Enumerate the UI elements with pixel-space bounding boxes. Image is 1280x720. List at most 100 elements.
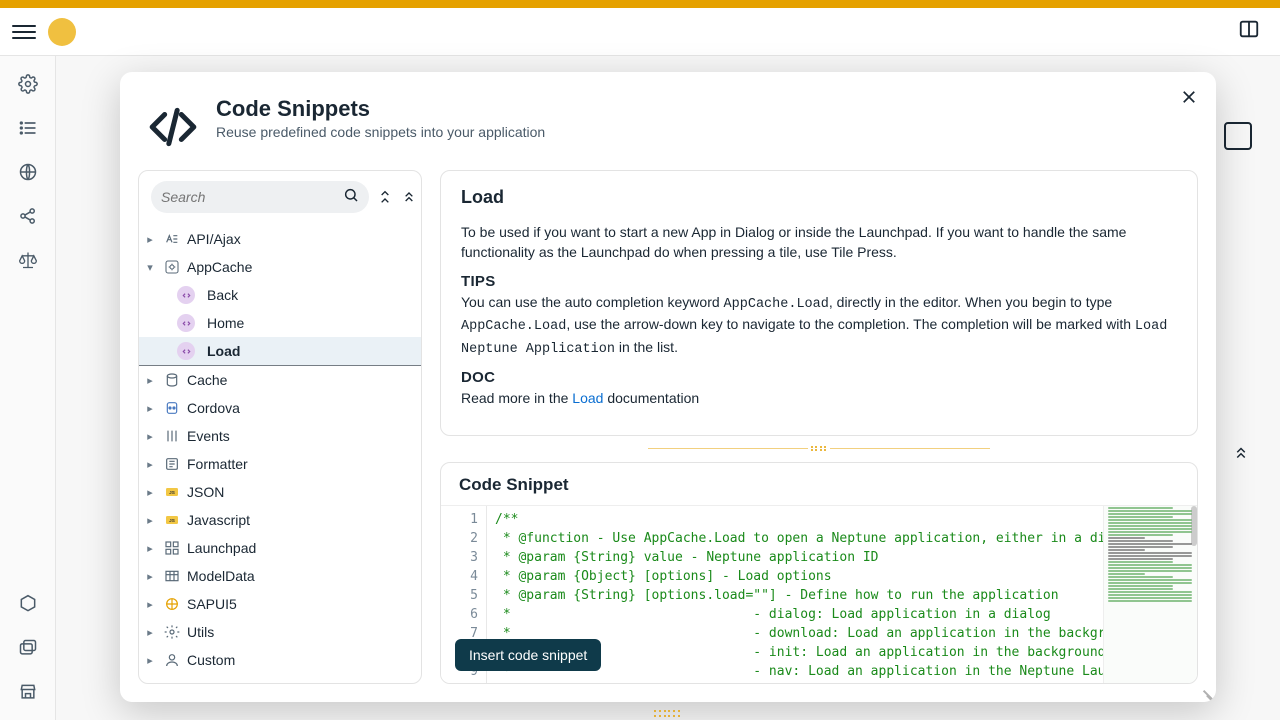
search-input[interactable]: [161, 189, 343, 205]
hex-icon[interactable]: [16, 592, 40, 616]
category-icon: [163, 258, 181, 276]
snippet-item-icon: [177, 286, 195, 304]
chevron-icon: ▸: [143, 598, 157, 611]
doc-intro: To be used if you want to start a new Ap…: [461, 222, 1177, 263]
tree-category-label: Launchpad: [187, 540, 256, 556]
snippet-heading: Code Snippet: [441, 463, 1197, 505]
scales-icon[interactable]: [16, 248, 40, 272]
tree-item-label: Back: [207, 287, 238, 303]
horizontal-splitter[interactable]: [440, 444, 1198, 454]
tree-category-label: Formatter: [187, 456, 248, 472]
list-icon[interactable]: [16, 116, 40, 140]
doc-title: Load: [461, 187, 1177, 208]
app-logo: [48, 18, 76, 46]
tree-category[interactable]: ▸ Launchpad: [139, 534, 421, 562]
category-icon: [163, 595, 181, 613]
layout-toggle-icon[interactable]: [1238, 18, 1260, 45]
chevron-icon: ▸: [143, 570, 157, 583]
chevron-icon: ▸: [143, 626, 157, 639]
svg-text:JS: JS: [169, 518, 175, 523]
minimap[interactable]: [1103, 506, 1197, 683]
load-doc-link[interactable]: Load: [572, 390, 603, 406]
tree-category-label: Javascript: [187, 512, 250, 528]
tree-category[interactable]: ▸ Custom: [139, 646, 421, 674]
tree-category[interactable]: ▸ API/Ajax: [139, 225, 421, 253]
tree-category-label: SAPUI5: [187, 596, 237, 612]
chevron-icon: ▸: [143, 542, 157, 555]
tree-item[interactable]: Back: [139, 281, 421, 309]
tree-category-label: Utils: [187, 624, 214, 640]
app-header: [0, 8, 1280, 56]
tree-category[interactable]: ▸ Formatter: [139, 450, 421, 478]
tree-category-label: Cordova: [187, 400, 240, 416]
doc-heading: DOC: [461, 369, 1177, 386]
images-icon[interactable]: [16, 636, 40, 660]
tree-category[interactable]: ▸ SAPUI5: [139, 590, 421, 618]
bottom-splitter[interactable]: [654, 710, 682, 718]
tree-category-label: JSON: [187, 484, 224, 500]
snippet-item-icon: [177, 314, 195, 332]
category-icon: [163, 230, 181, 248]
tree-category-label: ModelData: [187, 568, 255, 584]
chevron-icon: ▸: [143, 233, 157, 246]
chevron-icon: ▸: [143, 458, 157, 471]
ghost-panel-icon: [1224, 122, 1252, 150]
snippet-item-icon: [177, 342, 195, 360]
chevron-icon: ▸: [143, 430, 157, 443]
chevron-icon: ▸: [143, 486, 157, 499]
category-icon: [163, 371, 181, 389]
tree-category-label: AppCache: [187, 259, 252, 275]
doc-link-line: Read more in the Load documentation: [461, 388, 1177, 408]
tree-category[interactable]: ▸ Cordova: [139, 394, 421, 422]
tree-category[interactable]: ▸ Utils: [139, 618, 421, 646]
category-icon: [163, 399, 181, 417]
globe-icon[interactable]: [16, 160, 40, 184]
tree-category[interactable]: ▸ JS Javascript: [139, 506, 421, 534]
search-input-wrap: [151, 181, 369, 213]
settings-icon[interactable]: [16, 72, 40, 96]
chevron-icon: ▸: [143, 402, 157, 415]
expand-all-button[interactable]: [377, 185, 393, 209]
tree-item[interactable]: Load: [139, 337, 421, 365]
code-snippets-dialog: Code Snippets Reuse predefined code snip…: [120, 72, 1216, 702]
tree-item-label: Home: [207, 315, 244, 331]
category-icon: [163, 455, 181, 473]
dialog-title: Code Snippets: [216, 96, 545, 122]
tree-category[interactable]: ▸ JS JSON: [139, 478, 421, 506]
category-icon: [163, 651, 181, 669]
tips-heading: TIPS: [461, 273, 1177, 290]
category-icon: [163, 539, 181, 557]
tree-category[interactable]: ▸ ModelData: [139, 562, 421, 590]
menu-button[interactable]: [12, 20, 36, 44]
category-icon: JS: [163, 483, 181, 501]
code-icon: [148, 102, 198, 152]
tips-text: You can use the auto completion keyword …: [461, 292, 1177, 360]
dialog-resize-grip[interactable]: [1198, 684, 1212, 698]
tree-category-label: API/Ajax: [187, 231, 241, 247]
insert-snippet-button[interactable]: Insert code snippet: [455, 639, 601, 671]
tree-category[interactable]: ▸Events: [139, 422, 421, 450]
chevron-icon: ▸: [143, 374, 157, 387]
search-icon[interactable]: [343, 187, 359, 208]
left-rail: [0, 56, 56, 720]
chevron-icon: ▸: [143, 514, 157, 527]
tree-category[interactable]: ▾AppCache: [139, 253, 421, 281]
tree-category-label: Custom: [187, 652, 235, 668]
category-icon: JS: [163, 511, 181, 529]
minimap-scrollbar[interactable]: [1191, 506, 1197, 546]
collapse-all-button[interactable]: [401, 185, 417, 209]
tree-item-label: Load: [207, 343, 240, 359]
store-icon[interactable]: [16, 680, 40, 704]
chevron-icon: ▸: [143, 654, 157, 667]
share-icon[interactable]: [16, 204, 40, 228]
dialog-subtitle: Reuse predefined code snippets into your…: [216, 124, 545, 140]
tree-category[interactable]: ▸ Cache: [139, 366, 421, 394]
tree-category-label: Cache: [187, 372, 227, 388]
category-icon: [163, 623, 181, 641]
doc-card: Load To be used if you want to start a n…: [440, 170, 1198, 436]
category-icon: [163, 427, 181, 445]
collapse-all-icon[interactable]: [1232, 444, 1252, 464]
category-icon: [163, 567, 181, 585]
snippets-tree-panel: ▸ API/Ajax ▾AppCache Back Home Load ▸ Cache ▸ Cor…: [138, 170, 422, 684]
tree-item[interactable]: Home: [139, 309, 421, 337]
